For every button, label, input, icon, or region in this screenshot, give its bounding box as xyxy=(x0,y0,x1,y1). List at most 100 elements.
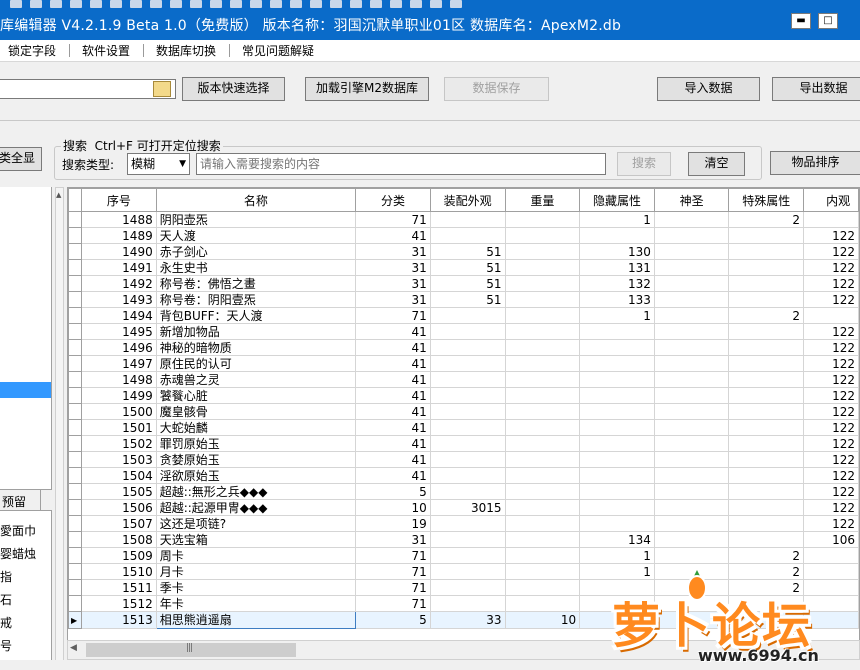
table-cell[interactable]: 122 xyxy=(803,339,859,356)
table-row[interactable]: 1502 罪罚原始玉 41 122 xyxy=(68,435,859,452)
table-cell[interactable] xyxy=(429,387,506,404)
table-cell[interactable]: 41 xyxy=(355,339,431,356)
table-cell[interactable] xyxy=(429,595,506,612)
item-sort-button[interactable]: 物品排序 xyxy=(770,151,860,175)
table-cell[interactable]: 贪婪原始玉 xyxy=(155,451,357,468)
row-header[interactable] xyxy=(68,419,82,436)
table-cell[interactable] xyxy=(653,307,730,324)
table-cell[interactable] xyxy=(579,339,655,356)
toolbar-icon[interactable] xyxy=(70,0,82,8)
table-cell[interactable]: 122 xyxy=(803,259,859,276)
table-cell[interactable]: 超越::起源甲冑◆◆◆ xyxy=(155,499,357,516)
table-cell[interactable] xyxy=(504,563,581,580)
table-cell[interactable]: 71 xyxy=(355,563,431,580)
table-cell[interactable]: 赤魂兽之灵 xyxy=(155,371,357,388)
table-cell[interactable]: 71 xyxy=(355,595,431,612)
table-cell[interactable]: 1503 xyxy=(80,451,157,468)
table-cell[interactable]: 122 xyxy=(803,435,859,452)
table-cell[interactable]: 1491 xyxy=(80,259,157,276)
table-cell[interactable]: 称号卷：佛悟之畫 xyxy=(155,275,357,292)
table-cell[interactable]: 新增加物品 xyxy=(155,323,357,340)
scroll-left-icon[interactable]: ◀ xyxy=(70,643,77,653)
table-cell[interactable] xyxy=(728,323,805,340)
table-cell[interactable]: 天选宝箱 xyxy=(155,531,357,548)
table-cell[interactable]: 130 xyxy=(579,243,655,260)
table-cell[interactable]: 31 xyxy=(355,531,431,548)
table-cell[interactable] xyxy=(504,403,581,420)
table-cell[interactable]: 淫欲原始玉 xyxy=(155,467,357,484)
table-cell[interactable] xyxy=(579,323,655,340)
table-cell[interactable] xyxy=(504,307,581,324)
search-button[interactable]: 搜索 xyxy=(617,152,671,176)
table-cell[interactable]: 122 xyxy=(803,243,859,260)
table-row[interactable]: 1499 饕餮心脏 41 122 xyxy=(68,387,859,404)
toolbar-icon[interactable] xyxy=(30,0,42,8)
table-cell[interactable]: 1511 xyxy=(80,579,157,596)
table-cell[interactable] xyxy=(429,547,506,564)
table-cell[interactable]: 41 xyxy=(355,371,431,388)
table-cell[interactable]: 1502 xyxy=(80,435,157,452)
table-cell[interactable] xyxy=(429,355,506,372)
row-header[interactable] xyxy=(68,483,82,500)
table-row[interactable]: 1498 赤魂兽之灵 41 122 xyxy=(68,371,859,388)
table-row[interactable]: 1507 这还是项链? 19 122 xyxy=(68,515,859,532)
table-cell[interactable]: 1494 xyxy=(80,307,157,324)
table-cell[interactable]: 122 xyxy=(803,323,859,340)
column-header[interactable]: 名称 xyxy=(155,188,357,212)
table-cell[interactable]: 41 xyxy=(355,467,431,484)
table-cell[interactable] xyxy=(653,435,730,452)
table-cell[interactable] xyxy=(579,371,655,388)
table-cell[interactable] xyxy=(504,467,581,484)
table-cell[interactable] xyxy=(579,451,655,468)
toolbar-icon[interactable] xyxy=(290,0,302,8)
table-cell[interactable] xyxy=(504,323,581,340)
table-cell[interactable] xyxy=(653,291,730,308)
column-header[interactable]: 特殊属性 xyxy=(728,188,805,212)
toolbar-icon[interactable] xyxy=(350,0,362,8)
table-cell[interactable] xyxy=(728,291,805,308)
list-item[interactable]: 号 xyxy=(0,635,36,658)
table-cell[interactable]: 134 xyxy=(579,531,655,548)
table-cell[interactable]: 122 xyxy=(803,515,859,532)
table-cell[interactable] xyxy=(803,547,859,564)
table-cell[interactable] xyxy=(653,451,730,468)
table-cell[interactable] xyxy=(429,419,506,436)
table-cell[interactable] xyxy=(504,355,581,372)
table-row[interactable]: 1494 背包BUFF：天人渡 71 1 2 xyxy=(68,307,859,324)
table-cell[interactable] xyxy=(653,243,730,260)
table-row[interactable]: 1504 淫欲原始玉 41 122 xyxy=(68,467,859,484)
table-cell[interactable]: 106 xyxy=(803,531,859,548)
table-cell[interactable]: 71 xyxy=(355,547,431,564)
table-cell[interactable] xyxy=(429,467,506,484)
table-cell[interactable] xyxy=(728,467,805,484)
table-cell[interactable]: 年卡 xyxy=(155,595,357,612)
table-cell[interactable]: 51 xyxy=(429,291,506,308)
table-cell[interactable]: 这还是项链? xyxy=(155,515,357,532)
table-cell[interactable]: 1497 xyxy=(80,355,157,372)
table-row[interactable]: 1501 大蛇始麟 41 122 xyxy=(68,419,859,436)
table-cell[interactable] xyxy=(504,371,581,388)
table-cell[interactable] xyxy=(504,211,581,228)
table-cell[interactable] xyxy=(653,355,730,372)
table-cell[interactable]: 122 xyxy=(803,403,859,420)
table-cell[interactable]: 71 xyxy=(355,211,431,228)
tab-reserved[interactable]: 预留 xyxy=(0,489,52,511)
table-row[interactable]: 1496 神秘的暗物质 41 122 xyxy=(68,339,859,356)
table-cell[interactable]: 饕餮心脏 xyxy=(155,387,357,404)
row-header[interactable] xyxy=(68,435,82,452)
table-cell[interactable]: 永生史书 xyxy=(155,259,357,276)
list-item[interactable]: 愛面巾 xyxy=(0,520,36,543)
export-button[interactable]: 导出数据 xyxy=(772,77,860,101)
table-cell[interactable] xyxy=(728,355,805,372)
column-header[interactable]: 隐藏属性 xyxy=(579,188,655,212)
table-cell[interactable] xyxy=(728,387,805,404)
table-cell[interactable]: 1496 xyxy=(80,339,157,356)
table-cell[interactable] xyxy=(579,419,655,436)
column-header[interactable]: 序号 xyxy=(80,188,157,212)
table-cell[interactable] xyxy=(728,515,805,532)
table-cell[interactable]: 122 xyxy=(803,387,859,404)
table-cell[interactable] xyxy=(504,515,581,532)
table-cell[interactable] xyxy=(803,307,859,324)
table-cell[interactable] xyxy=(728,435,805,452)
table-cell[interactable] xyxy=(653,323,730,340)
